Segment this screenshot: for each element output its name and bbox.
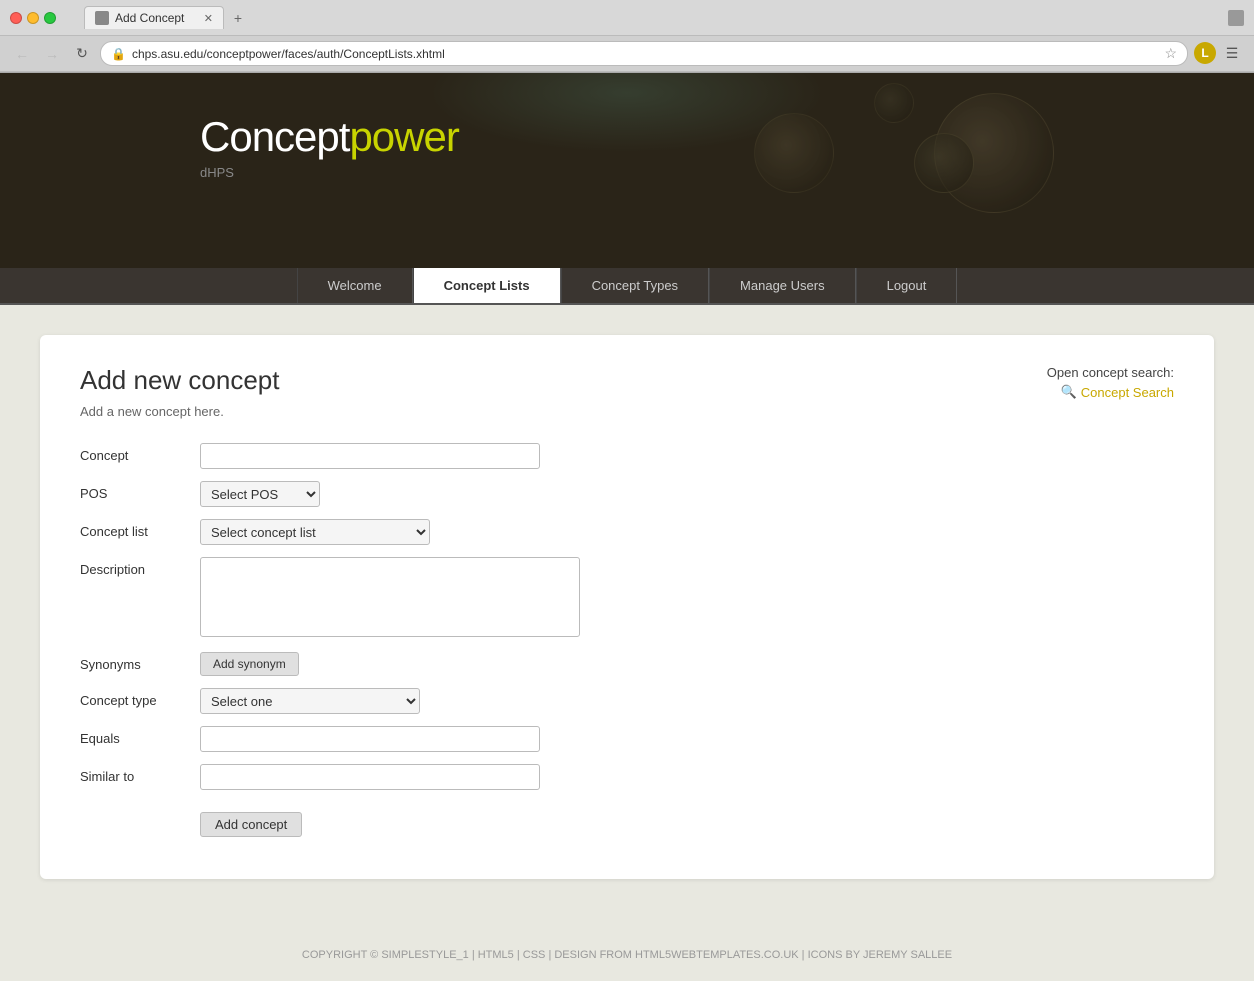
similar-to-field — [200, 764, 1174, 790]
concept-search-label: Open concept search: — [1047, 365, 1174, 380]
description-field — [200, 557, 1174, 640]
concept-search-link-text: Concept Search — [1081, 385, 1174, 400]
add-concept-form: Concept POS Select POS Noun Verb Adjecti… — [80, 443, 1174, 837]
equals-row: Equals — [80, 726, 1174, 752]
main-content: Add new concept Add a new concept here. … — [0, 305, 1254, 909]
forward-button[interactable]: → — [40, 42, 64, 66]
pos-row: POS Select POS Noun Verb Adjective Adver… — [80, 481, 1174, 507]
close-window-button[interactable] — [10, 12, 22, 24]
browser-chrome: Add Concept ✕ + ← → ↻ 🔒 ☆ L ☰ — [0, 0, 1254, 73]
form-card: Add new concept Add a new concept here. … — [40, 335, 1214, 879]
submit-field: Add concept — [200, 802, 1174, 837]
submit-row: Add concept — [80, 802, 1174, 837]
new-tab-button[interactable]: + — [228, 8, 248, 28]
fullscreen-icon — [1228, 10, 1244, 26]
tab-close-button[interactable]: ✕ — [204, 12, 213, 25]
site-logo: Conceptpower — [200, 113, 1254, 161]
site-header: Conceptpower dHPS — [0, 73, 1254, 268]
nav-label-logout: Logout — [887, 278, 927, 293]
concept-field — [200, 443, 1174, 469]
address-bar[interactable]: 🔒 ☆ — [100, 41, 1188, 66]
menu-button[interactable]: ☰ — [1220, 42, 1244, 66]
pos-select[interactable]: Select POS Noun Verb Adjective Adverb — [200, 481, 320, 507]
main-nav: Welcome Concept Lists Concept Types Mana… — [0, 268, 1254, 305]
site-tagline: dHPS — [200, 165, 1254, 180]
site-footer: COPYRIGHT © SIMPLESTYLE_1 | HTML5 | CSS … — [0, 929, 1254, 981]
page-title: Add new concept — [80, 365, 1174, 396]
synonyms-label: Synonyms — [80, 652, 190, 672]
browser-tab[interactable]: Add Concept ✕ — [84, 6, 224, 29]
similar-to-row: Similar to — [80, 764, 1174, 790]
lock-icon: 🔒 — [111, 47, 126, 61]
concept-type-select[interactable]: Select one — [200, 688, 420, 714]
nav-label-manage-users: Manage Users — [740, 278, 825, 293]
window-controls — [10, 12, 56, 24]
concept-list-select[interactable]: Select concept list — [200, 519, 430, 545]
maximize-window-button[interactable] — [44, 12, 56, 24]
pos-label: POS — [80, 481, 190, 501]
concept-row: Concept — [80, 443, 1174, 469]
footer-text: COPYRIGHT © SIMPLESTYLE_1 | HTML5 | CSS … — [302, 949, 952, 961]
equals-input[interactable] — [200, 726, 540, 752]
description-label: Description — [80, 557, 190, 577]
logo-power: power — [349, 113, 458, 160]
header-content: Conceptpower dHPS — [0, 73, 1254, 180]
nav-label-concept-types: Concept Types — [592, 278, 678, 293]
synonyms-field: Add synonym — [200, 652, 1174, 676]
tab-favicon — [95, 11, 109, 25]
concept-input[interactable] — [200, 443, 540, 469]
concept-search-link[interactable]: 🔍 Concept Search — [1047, 384, 1174, 400]
concept-label: Concept — [80, 443, 190, 463]
refresh-button[interactable]: ↻ — [70, 42, 94, 66]
add-concept-button[interactable]: Add concept — [200, 812, 302, 837]
concept-list-row: Concept list Select concept list — [80, 519, 1174, 545]
url-input[interactable] — [132, 47, 1158, 61]
browser-toolbar: ← → ↻ 🔒 ☆ L ☰ — [0, 36, 1254, 72]
equals-label: Equals — [80, 726, 190, 746]
browser-titlebar: Add Concept ✕ + — [0, 0, 1254, 36]
concept-type-row: Concept type Select one — [80, 688, 1174, 714]
concept-search-panel: Open concept search: 🔍 Concept Search — [1047, 365, 1174, 400]
nav-item-concept-lists[interactable]: Concept Lists — [413, 266, 561, 303]
bookmark-icon[interactable]: ☆ — [1164, 45, 1177, 62]
search-icon: 🔍 — [1061, 384, 1077, 400]
back-button[interactable]: ← — [10, 42, 34, 66]
toolbar-right: L ☰ — [1194, 42, 1244, 66]
tab-title: Add Concept — [115, 11, 184, 25]
concept-type-label: Concept type — [80, 688, 190, 708]
nav-item-logout[interactable]: Logout — [856, 268, 958, 303]
nav-item-welcome[interactable]: Welcome — [297, 268, 413, 303]
pos-field: Select POS Noun Verb Adjective Adverb — [200, 481, 1174, 507]
add-synonym-button[interactable]: Add synonym — [200, 652, 299, 676]
concept-list-label: Concept list — [80, 519, 190, 539]
nav-item-concept-types[interactable]: Concept Types — [561, 268, 709, 303]
description-row: Description — [80, 557, 1174, 640]
similar-to-label: Similar to — [80, 764, 190, 784]
similar-to-input[interactable] — [200, 764, 540, 790]
logo-concept: Concept — [200, 113, 349, 160]
equals-field — [200, 726, 1174, 752]
tab-bar: Add Concept ✕ + — [74, 6, 258, 29]
minimize-window-button[interactable] — [27, 12, 39, 24]
user-profile-button[interactable]: L — [1194, 42, 1216, 64]
nav-item-manage-users[interactable]: Manage Users — [709, 268, 856, 303]
description-textarea[interactable] — [200, 557, 580, 637]
concept-type-field: Select one — [200, 688, 1174, 714]
nav-label-concept-lists: Concept Lists — [444, 278, 530, 293]
synonyms-row: Synonyms Add synonym — [80, 652, 1174, 676]
concept-list-field: Select concept list — [200, 519, 1174, 545]
nav-label-welcome: Welcome — [328, 278, 382, 293]
page-subtitle: Add a new concept here. — [80, 404, 1174, 419]
